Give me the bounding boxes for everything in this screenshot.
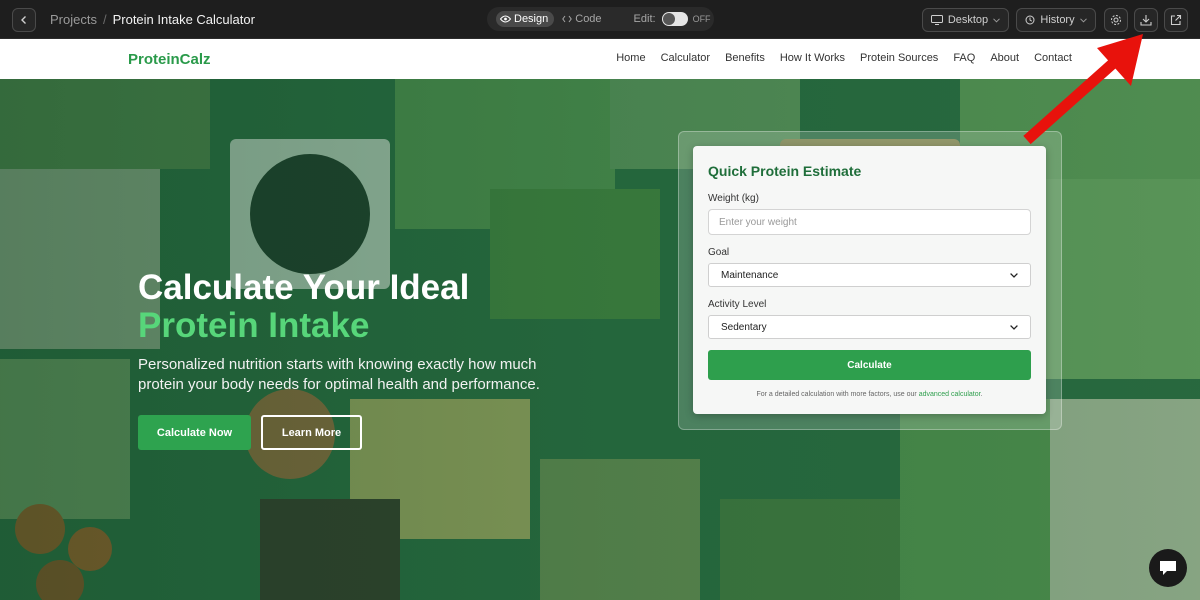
eye-icon [500,15,511,23]
nav-faq[interactable]: FAQ [953,52,975,64]
card-footnote: For a detailed calculation with more fac… [693,391,1046,398]
weight-placeholder: Enter your weight [719,216,797,228]
edit-label: Edit: [633,13,656,25]
advanced-calculator-link[interactable]: advanced calculator [919,391,981,398]
viewport-dropdown[interactable]: Desktop [922,8,1009,32]
red-arrow-annotation [1023,34,1143,145]
breadcrumb-separator: / [102,12,107,27]
chevron-left-icon [21,16,26,24]
footnote-text: For a detailed calculation with more fac… [756,391,917,398]
open-external-button[interactable] [1164,8,1188,32]
gear-icon [1111,15,1121,25]
design-mode-label: Design [514,13,549,25]
learn-more-button[interactable]: Learn More [261,415,362,450]
hero-title-line1: Calculate Your Ideal [138,268,470,307]
external-link-icon [1170,14,1182,26]
nav-links: Home Calculator Benefits How It Works Pr… [616,52,1072,64]
weight-input[interactable]: Enter your weight [708,209,1031,235]
activity-select[interactable]: Sedentary [708,315,1031,339]
chevron-down-icon [1010,324,1018,330]
history-icon [1025,15,1035,25]
activity-label: Activity Level [708,299,767,310]
hero-title: Calculate Your Ideal Protein Intake [138,269,469,345]
hero-subtitle: Personalized nutrition starts with knowi… [138,356,540,393]
chevron-down-icon [1010,272,1018,278]
goal-select[interactable]: Maintenance [708,263,1031,287]
weight-label: Weight (kg) [708,193,759,204]
nav-calculator[interactable]: Calculator [661,52,711,64]
goal-label: Goal [708,247,730,258]
nav-how-it-works[interactable]: How It Works [780,52,845,64]
chat-icon [1160,561,1176,575]
download-icon [1140,15,1152,26]
edit-toggle[interactable] [661,12,688,26]
chevron-down-icon [993,17,1001,23]
code-icon [562,15,573,23]
toggle-knob [662,13,675,25]
site-logo[interactable]: ProteinCalz [128,51,211,68]
code-mode-tab[interactable]: Code [562,13,602,25]
edit-state: OFF [692,14,711,24]
chat-button[interactable] [1149,549,1187,587]
calculate-button[interactable]: Calculate [708,350,1031,380]
back-button[interactable] [12,8,36,32]
history-label: History [1040,14,1075,26]
card-title: Quick Protein Estimate [708,163,862,179]
code-mode-label: Code [575,13,602,25]
nav-protein-sources[interactable]: Protein Sources [860,52,938,64]
viewport-label: Desktop [947,14,989,26]
nav-home[interactable]: Home [616,52,645,64]
hero-title-line2: Protein Intake [138,306,370,345]
goal-value: Maintenance [721,269,779,281]
chevron-down-icon [1079,17,1087,23]
breadcrumb-projects[interactable]: Projects [50,12,97,27]
breadcrumb-current: Protein Intake Calculator [112,12,255,27]
nav-benefits[interactable]: Benefits [725,52,765,64]
mode-switch: Design Code Edit: OFF [487,7,714,31]
calculate-now-button[interactable]: Calculate Now [138,415,251,450]
design-mode-tab[interactable]: Design [496,11,555,27]
breadcrumb: Projects / Protein Intake Calculator [50,12,255,27]
monitor-icon [930,15,943,25]
quick-estimate-card: Quick Protein Estimate Weight (kg) Enter… [693,146,1046,414]
activity-value: Sedentary [721,321,767,333]
footnote-suffix: . [980,391,983,398]
